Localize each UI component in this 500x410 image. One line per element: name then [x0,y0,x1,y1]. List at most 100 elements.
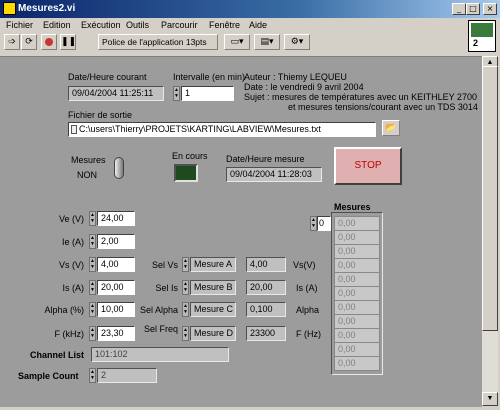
ie-stepper[interactable]: ▲ ▼ [89,234,96,249]
array-element: 0,00 [334,314,380,329]
vs-label: Vs (V) [58,260,84,270]
array-element: 0,00 [334,216,380,231]
sel-alpha-label: Sel Alpha [139,305,178,315]
array-element: 0,00 [334,244,380,259]
vs-input[interactable]: 4,00 [97,257,135,272]
is-input[interactable]: 20,00 [97,280,135,295]
channel-label: Channel List [30,350,85,360]
mesures-label: Mesures [71,155,106,165]
sel-freq-label: Sel Freq [143,324,178,334]
array-index-input[interactable]: 0 [317,216,331,231]
interval-stepper[interactable]: ▲ ▼ [173,86,180,101]
file-path-input[interactable]: C:\users\Thierry\PROJETS\KARTING\LABVIEW… [68,122,376,137]
ve-input[interactable]: 24,00 [97,211,135,226]
window-title: Mesures2.vi [18,3,76,14]
date-value: 09/04/2004 11:25:11 [68,86,164,101]
menu-fenetre[interactable]: Fenêtre [209,20,240,30]
close-button[interactable]: × [483,3,497,15]
app-icon [3,2,16,15]
sample-label: Sample Count [18,371,79,381]
ie-input[interactable]: 2,00 [97,234,135,249]
menu-bar: Fichier Edition Exécution Outils Parcour… [0,18,500,32]
is-label: Is (A) [62,283,85,293]
browse-folder-icon[interactable]: 📂 [382,120,400,136]
vs-output: 4,00 [246,257,286,272]
ve-stepper[interactable]: ▲ ▼ [89,211,96,226]
encours-label: En cours [172,151,208,161]
sel-is-ring[interactable]: Mesure B [190,280,236,295]
menu-edition[interactable]: Edition [43,20,71,30]
array-element: 0,00 [334,258,380,273]
align-icon[interactable]: ▭▾ [224,34,250,50]
array-element: 0,00 [334,272,380,287]
datemesure-value: 09/04/2004 11:28:03 [226,167,322,182]
file-label: Fichier de sortie [68,110,133,120]
reorder-icon[interactable]: ⚙▾ [284,34,310,50]
array-element: 0,00 [334,300,380,315]
array-element: 0,00 [334,356,380,371]
vs-stepper[interactable]: ▲ ▼ [89,257,96,272]
menu-aide[interactable]: Aide [249,20,267,30]
vs-unit: Vs(V) [293,260,316,270]
sujet-text-2: et mesures tensions/courant avec un TDS … [288,102,478,112]
vi-icon[interactable]: 2 [468,20,496,52]
scroll-down-icon[interactable]: ▼ [482,392,498,406]
interval-label: Intervalle (en min) [173,72,246,82]
datemesure-label: Date/Heure mesure [226,154,305,164]
f-output: 23300 [246,326,286,341]
menu-execution[interactable]: Exécution [81,20,121,30]
f-stepper[interactable]: ▲ ▼ [89,326,96,341]
scroll-thumb[interactable] [482,66,498,331]
author-text: Auteur : Thiemy LEQUEU [244,72,347,82]
alpha-unit: Alpha [296,305,320,315]
channel-list-input[interactable]: 101:102 [91,347,229,362]
date-label: Date/Heure courant [68,72,147,82]
alpha-input[interactable]: 10,00 [97,302,135,317]
mesures-toggle-switch[interactable] [114,157,124,179]
vertical-scrollbar[interactable]: ▲ ▼ [482,56,498,406]
distribute-icon[interactable]: ▤▾ [254,34,280,50]
font-selector[interactable]: Police de l'application 13pts [98,34,218,50]
sel-vs-ring[interactable]: Mesure A [190,257,236,272]
f-unit: F (Hz) [296,329,321,339]
array-element: 0,00 [334,286,380,301]
is-output: 20,00 [246,280,286,295]
sel-vs-stepper[interactable]: ▲ ▼ [182,257,189,272]
menu-parcourir[interactable]: Parcourir [161,20,198,30]
alpha-label: Alpha (%) [44,305,84,315]
toolbar: ➩ ⟳ ❚❚ Police de l'application 13pts ▭▾ … [0,32,470,54]
ie-label: Ie (A) [61,237,84,247]
array-element: 0,00 [334,328,380,343]
array-label: Mesures [334,202,371,212]
array-element: 0,00 [334,230,380,245]
sel-alpha-stepper[interactable]: ▲ ▼ [182,302,189,317]
alpha-stepper[interactable]: ▲ ▼ [89,302,96,317]
is-stepper[interactable]: ▲ ▼ [89,280,96,295]
sel-is-label: Sel Is [155,283,178,293]
sel-is-stepper[interactable]: ▲ ▼ [182,280,189,295]
menu-outils[interactable]: Outils [126,20,149,30]
date-text: Date : le vendredi 9 avril 2004 [244,82,364,92]
sample-count-input[interactable]: 2 [97,368,157,383]
sel-alpha-ring[interactable]: Mesure C [190,302,236,317]
array-index-stepper[interactable]: ▲ ▼ [310,216,317,231]
pause-icon[interactable]: ❚❚ [60,34,76,50]
array-element: 0,00 [334,342,380,357]
menu-fichier[interactable]: Fichier [6,20,33,30]
vi-icon-number: 2 [473,38,479,48]
f-input[interactable]: 23,30 [97,326,135,341]
run-arrow-icon[interactable]: ➩ [4,34,20,50]
f-label: F (kHz) [54,329,85,339]
abort-icon[interactable] [41,34,57,50]
minimize-button[interactable]: _ [452,3,466,15]
interval-input[interactable]: 1 [181,86,234,101]
run-continuous-icon[interactable]: ⟳ [21,34,37,50]
sel-freq-ring[interactable]: Mesure D [190,326,236,341]
mesures-state: NON [77,170,97,180]
sample-stepper[interactable]: ▲ ▼ [89,368,96,383]
sel-freq-stepper[interactable]: ▲ ▼ [182,326,189,341]
maximize-button[interactable]: □ [466,3,480,15]
path-icon [71,125,77,134]
stop-button[interactable]: STOP [334,147,402,185]
alpha-output: 0,100 [246,302,286,317]
